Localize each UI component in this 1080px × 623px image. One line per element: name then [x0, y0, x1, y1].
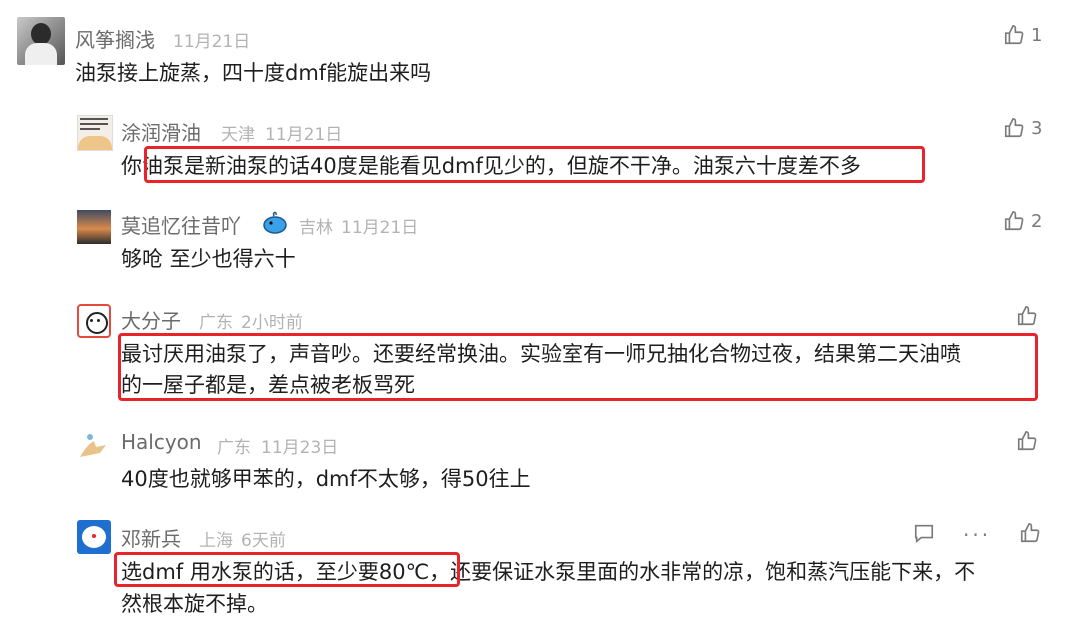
comment-location: 上海 [199, 531, 233, 551]
comment-time: 6天前 [241, 531, 286, 551]
highlight-box [118, 333, 1038, 401]
comment-text-line2: 然根本旋不掉。 [121, 592, 268, 616]
username[interactable]: 涂润滑油 [121, 117, 201, 146]
comment-text: 40度也就够甲苯的，dmf不太够，得50往上 [121, 467, 531, 491]
like-button[interactable]: 3 [1003, 117, 1042, 139]
thumb-up-icon [1004, 25, 1024, 45]
comment-icon [914, 524, 934, 543]
thumb-up-icon [1017, 306, 1037, 326]
comment-time: 2小时前 [241, 313, 303, 333]
comment-location: 广东 [217, 438, 251, 458]
comment-location: 天津 [221, 125, 255, 145]
whale-emoji-icon [262, 210, 288, 234]
avatar[interactable] [77, 304, 111, 338]
like-button[interactable] [1016, 430, 1038, 452]
username[interactable]: 邓新兵 [121, 523, 181, 552]
like-button[interactable] [1019, 522, 1041, 548]
highlight-box [114, 552, 460, 587]
highlight-box [144, 146, 925, 183]
comment-time: 11月23日 [261, 438, 339, 458]
thumb-up-icon [1017, 431, 1037, 451]
comment-text: 油泵接上旋蒸，四十度dmf能旋出来吗 [75, 61, 432, 85]
avatar[interactable] [77, 520, 111, 554]
like-count: 3 [1031, 117, 1043, 139]
like-count: 2 [1031, 210, 1043, 232]
like-button[interactable] [1016, 305, 1038, 327]
avatar[interactable] [17, 17, 65, 65]
comment-time: 11月21日 [173, 32, 251, 52]
username[interactable]: 莫追忆往昔吖 [121, 210, 241, 239]
thumb-up-icon [1021, 523, 1040, 543]
username[interactable]: 大分子 [121, 305, 181, 334]
comment-location: 广东 [199, 313, 233, 333]
thumb-up-icon [1004, 118, 1024, 138]
comment-time: 11月21日 [341, 218, 419, 238]
comment-text: 够呛 至少也得六十 [121, 247, 296, 271]
comment-time: 11月21日 [265, 125, 343, 145]
more-icon[interactable]: ··· [963, 523, 991, 547]
avatar[interactable] [77, 115, 113, 151]
comment-location: 吉林 [299, 218, 333, 238]
avatar[interactable] [77, 210, 111, 244]
username[interactable]: 风筝搁浅 [75, 24, 155, 53]
like-count: 1 [1031, 24, 1043, 46]
comment-actions: ··· [913, 522, 1041, 548]
avatar[interactable] [77, 427, 111, 461]
like-button[interactable]: 1 [1003, 24, 1042, 46]
thumb-up-icon [1004, 211, 1024, 231]
username[interactable]: Halcyon [121, 430, 202, 454]
like-button[interactable]: 2 [1003, 210, 1042, 232]
reply-button[interactable] [913, 522, 935, 548]
